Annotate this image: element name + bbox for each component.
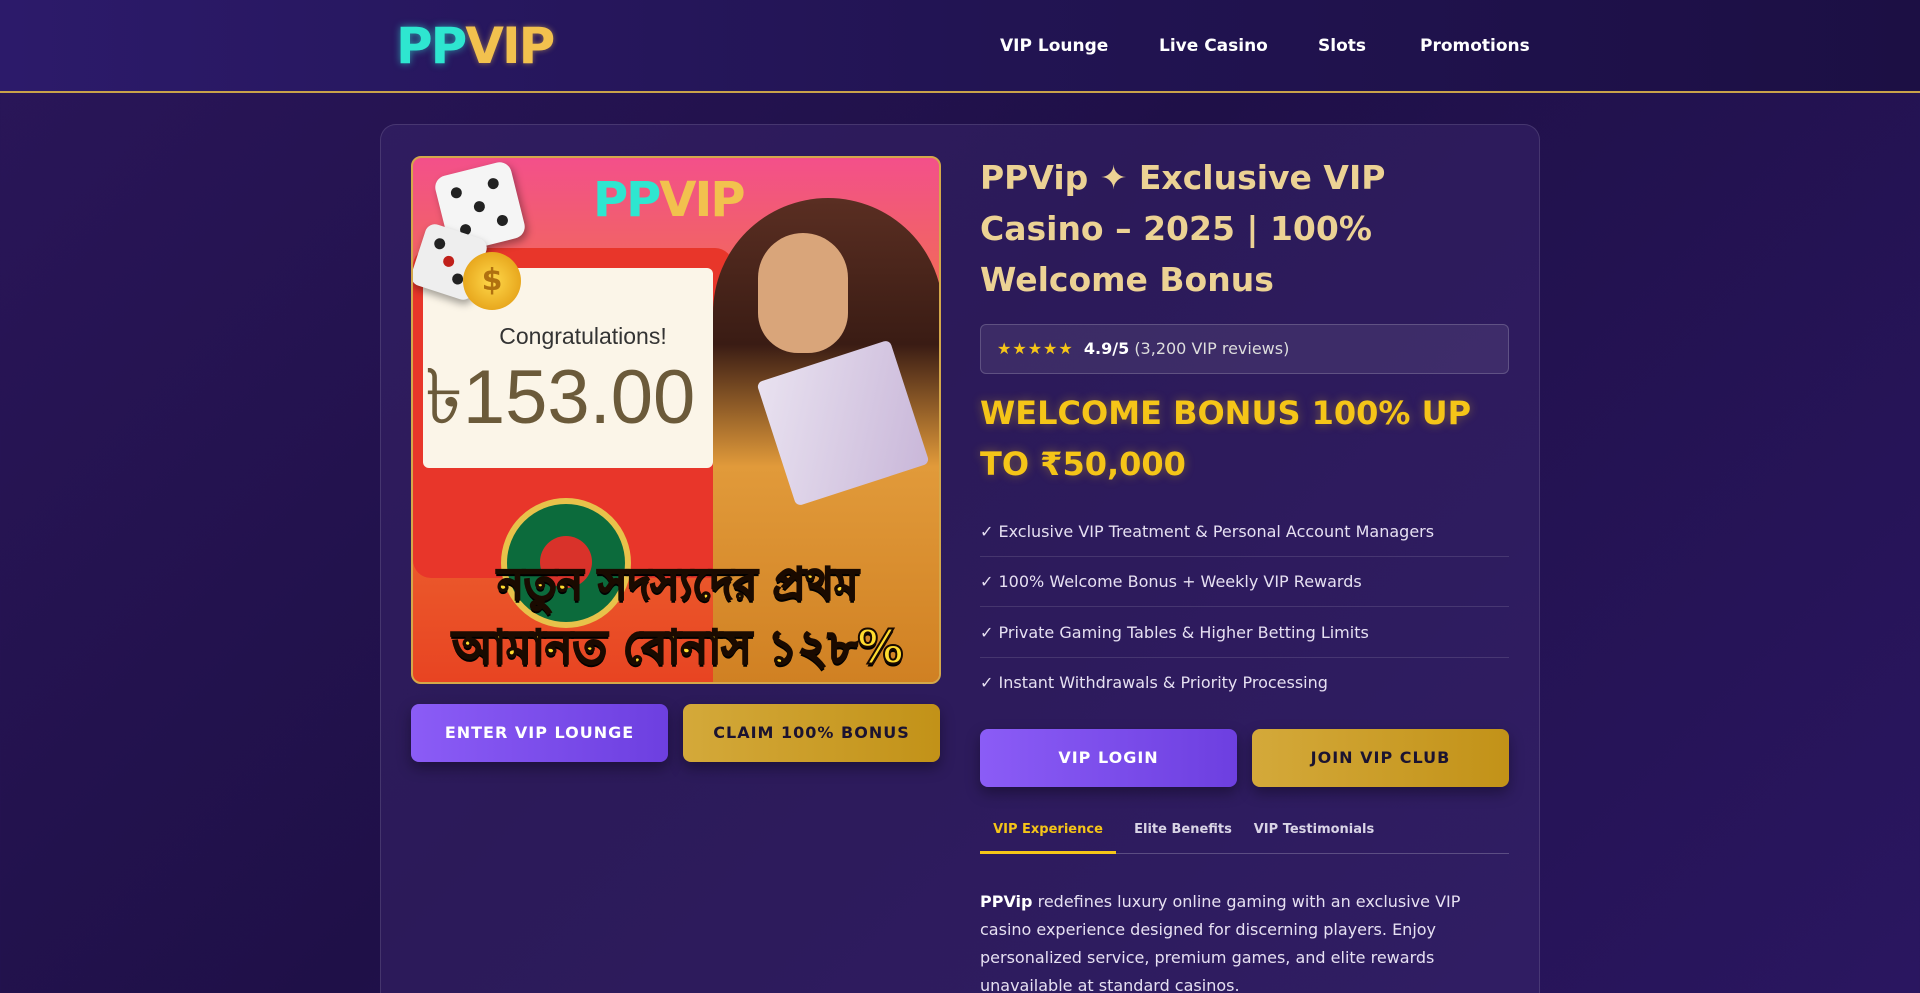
nav-promotions[interactable]: Promotions — [1420, 34, 1530, 58]
description-brand: PPVip — [980, 892, 1033, 911]
rating-score: 4.9 — [1083, 339, 1113, 358]
banner-bengali-line-2: আমানত বোনাস ১২৮% — [451, 619, 904, 675]
banner-congrats-text: Congratulations! — [499, 323, 667, 349]
woman-face — [758, 233, 848, 353]
tab-vip-testimonials[interactable]: VIP Testimonials — [1250, 812, 1378, 854]
nav-slots[interactable]: Slots — [1318, 34, 1368, 58]
description-text: redefines luxury online gaming with an e… — [980, 892, 1461, 993]
banner-logo-vip: VIP — [659, 172, 745, 228]
join-vip-club-button[interactable]: JOIN VIP CLUB — [1252, 729, 1509, 787]
banner-logo: PPVIP — [593, 170, 763, 230]
claim-bonus-button[interactable]: CLAIM 100% BONUS — [683, 704, 940, 762]
welcome-bonus-headline: WELCOME BONUS 100% UP TO ₹50,000 — [980, 394, 1472, 483]
nav-vip-lounge[interactable]: VIP Lounge — [1000, 34, 1108, 58]
banner-logo-pp: PP — [593, 172, 661, 228]
star-rating-icon: ★★★★★ — [997, 339, 1074, 358]
top-navbar: PPVIP VIP Lounge Live Casino Slots Promo… — [0, 0, 1920, 93]
nav-live-casino[interactable]: Live Casino — [1159, 34, 1268, 58]
rating-score-suffix: /5 — [1112, 339, 1130, 358]
logo-pp-text: PP — [396, 17, 467, 75]
description-paragraph: PPVip redefines luxury online gaming wit… — [980, 888, 1509, 993]
banner-bengali-line-1: নতুন সদস্যদের প্রথম — [497, 558, 860, 611]
enter-vip-lounge-button[interactable]: ENTER VIP LOUNGE — [411, 704, 668, 762]
feature-item: ✓ Private Gaming Tables & Higher Betting… — [980, 608, 1509, 658]
banner-amount-text: ৳153.00 — [425, 355, 696, 440]
vip-login-button[interactable]: VIP LOGIN — [980, 729, 1237, 787]
gold-coin-icon: $ — [463, 252, 521, 310]
feature-item: ✓ 100% Welcome Bonus + Weekly VIP Reward… — [980, 557, 1509, 607]
rating-box: ★★★★★ 4.9/5 (3,200 VIP reviews) — [980, 324, 1509, 374]
promo-banner-image: Congratulations! ৳153.00 $ PPVIP নতুন সদ… — [411, 156, 941, 684]
logo-vip-text: VIP — [465, 17, 555, 75]
rating-reviews-count: (3,200 VIP reviews) — [1134, 339, 1290, 358]
feature-item: ✓ Exclusive VIP Treatment & Personal Acc… — [980, 507, 1509, 557]
content-tabs: VIP Experience Elite Benefits VIP Testim… — [980, 812, 1509, 854]
feature-item: ✓ Instant Withdrawals & Priority Process… — [980, 673, 1328, 692]
tab-elite-benefits[interactable]: Elite Benefits — [1128, 812, 1238, 854]
site-logo[interactable]: PPVIP — [396, 17, 555, 75]
page-title: PPVip ✦ Exclusive VIP Casino – 2025 | 10… — [980, 158, 1386, 299]
tab-vip-experience[interactable]: VIP Experience — [980, 812, 1116, 854]
